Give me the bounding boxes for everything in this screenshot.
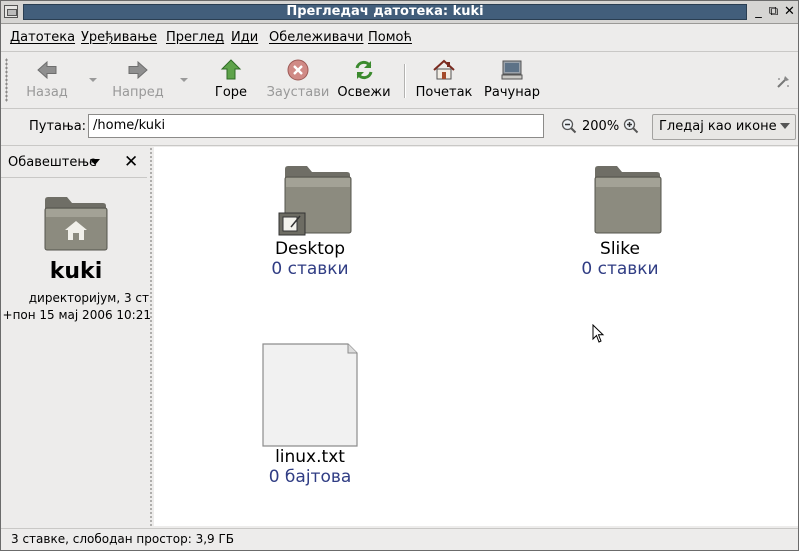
sidebar-close-icon[interactable]: ✕ — [124, 152, 138, 172]
computer-button[interactable]: Рачунар — [481, 54, 543, 104]
toolbar-grip[interactable] — [5, 58, 8, 102]
reload-button[interactable]: Освежи — [335, 54, 393, 104]
view-as-value: Гледај као иконе — [659, 119, 777, 134]
stop-button[interactable]: Заустави — [265, 54, 331, 104]
close-button[interactable]: ✕ — [782, 5, 797, 19]
reload-label: Освежи — [337, 85, 391, 100]
location-label: Путања: — [29, 119, 87, 134]
sidebar: Обавештење ✕ kuki директоријум, 3 ст +по… — [1, 147, 151, 526]
zoom-out-icon[interactable] — [561, 118, 577, 134]
stop-label: Заустави — [266, 85, 330, 100]
toolbar-separator — [404, 64, 406, 98]
file-item-name: linux.txt — [275, 447, 345, 467]
mouse-pointer-icon — [592, 324, 605, 343]
file-item-name: Slike — [600, 239, 640, 259]
back-history-dropdown-icon[interactable] — [89, 78, 97, 82]
up-button[interactable]: Горе — [206, 54, 256, 104]
icon-view[interactable]: Desktop 0 ставки Slike 0 ставки linux.tx… — [154, 147, 798, 526]
location-bar: Путања: /home/kuki 200% Гледај као иконе — [1, 109, 798, 146]
folder-icon — [594, 166, 662, 234]
file-item-desktop[interactable]: Desktop 0 ставки — [250, 165, 370, 279]
throbber-icon — [777, 76, 789, 88]
window-menu-icon[interactable] — [4, 5, 18, 18]
reload-icon — [355, 60, 373, 80]
file-item-info: 0 ставки — [271, 259, 349, 279]
minimize-button[interactable]: _ — [751, 5, 766, 19]
location-input[interactable]: /home/kuki — [88, 114, 544, 138]
sidebar-folder-name: kuki — [49, 259, 103, 284]
menu-go[interactable]: Иди — [231, 30, 258, 45]
menu-bookmarks[interactable]: Обележивачи — [269, 30, 363, 45]
text-file-icon — [262, 343, 358, 447]
stop-icon — [287, 59, 309, 81]
back-button[interactable]: Назад — [19, 54, 75, 104]
file-item-name: Desktop — [274, 239, 346, 259]
up-label: Горе — [214, 85, 248, 100]
title-bar[interactable]: Прегледач датотека: kuki _ ⧉ ✕ — [1, 1, 798, 24]
window-title: Прегледач датотека: kuki — [23, 4, 747, 20]
file-item-info: 0 бајтова — [268, 467, 352, 487]
sidebar-dropdown-icon[interactable] — [90, 159, 100, 165]
file-item-linux-txt[interactable]: linux.txt 0 бајтова — [250, 343, 370, 487]
home-folder-icon — [44, 197, 108, 251]
menu-bar: Датотека Уређивање Преглед Иди Обележива… — [1, 25, 798, 49]
forward-button[interactable]: Напред — [107, 54, 169, 104]
computer-label: Рачунар — [484, 85, 540, 100]
file-item-slike[interactable]: Slike 0 ставки — [560, 165, 680, 279]
computer-icon — [501, 60, 523, 80]
sidebar-folder-date: +пон 15 мај 2006 10:21 — [2, 308, 151, 322]
sidebar-folder-info: директоријум, 3 ст — [28, 291, 149, 305]
menu-view[interactable]: Преглед — [166, 30, 224, 45]
pane-divider[interactable] — [149, 147, 153, 526]
home-button[interactable]: Почетак — [414, 54, 474, 104]
back-arrow-icon — [37, 60, 57, 80]
sidebar-type-selector[interactable]: Обавештење — [8, 155, 97, 170]
chevron-down-icon — [780, 123, 790, 129]
home-icon — [433, 59, 455, 80]
zoom-level[interactable]: 200% — [582, 119, 619, 134]
maximize-button[interactable]: ⧉ — [766, 5, 781, 19]
menu-edit[interactable]: Уређивање — [81, 30, 157, 45]
forward-arrow-icon — [128, 60, 148, 80]
menu-help[interactable]: Помоћ — [368, 30, 412, 45]
file-browser-window: Прегледач датотека: kuki _ ⧉ ✕ Датотека … — [0, 0, 799, 551]
toolbar: Назад Напред Горе Заустави Освежи Почета… — [1, 51, 798, 109]
forward-label: Напред — [112, 85, 164, 100]
file-item-info: 0 ставки — [581, 259, 659, 279]
forward-history-dropdown-icon[interactable] — [180, 78, 188, 82]
status-bar: 3 ставке, слободан простор: 3,9 ГБ — [1, 528, 798, 551]
status-text: 3 ставке, слободан простор: 3,9 ГБ — [11, 532, 235, 546]
view-as-select[interactable]: Гледај као иконе — [652, 114, 796, 140]
up-arrow-icon — [220, 59, 242, 80]
sidebar-header: Обавештење ✕ — [1, 147, 147, 178]
menu-file[interactable]: Датотека — [10, 30, 75, 45]
home-label: Почетак — [415, 85, 473, 100]
zoom-in-icon[interactable] — [623, 118, 639, 134]
back-label: Назад — [26, 85, 68, 100]
folder-icon — [278, 166, 352, 236]
